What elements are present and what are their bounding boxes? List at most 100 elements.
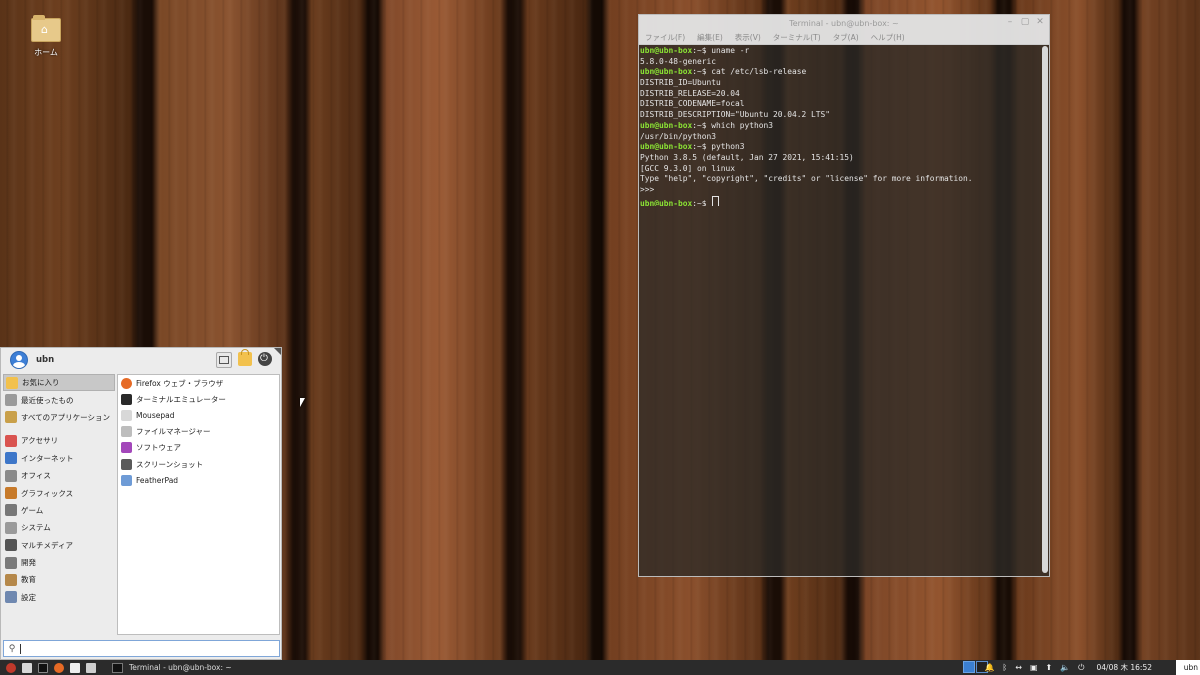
network-icon[interactable]: ↔ (1015, 660, 1022, 675)
terminal-window[interactable]: Terminal - ubn@ubn-box: ~ – ▢ ✕ ファイル(F) 編… (638, 14, 1050, 577)
terminal-cursor (712, 195, 720, 207)
terminal-line: Python 3.8.5 (default, Jan 27 2021, 15:4… (640, 153, 1041, 164)
terminal-line-text: [GCC 9.3.0] on linux (640, 163, 736, 173)
category-item[interactable]: 教育 (3, 571, 115, 588)
workspace-1[interactable] (963, 661, 975, 673)
firefox-launcher-icon[interactable] (54, 662, 64, 673)
app-label: スクリーンショット (136, 459, 204, 469)
close-icon[interactable]: ✕ (1035, 17, 1045, 27)
user-switch-button[interactable]: ubn (1176, 660, 1200, 675)
terminal-launcher-icon[interactable] (38, 662, 48, 673)
terminal-line-text: DISTRIB_DESCRIPTION="Ubuntu 20.04.2 LTS" (640, 110, 831, 120)
terminal-line: [GCC 9.3.0] on linux (640, 164, 1041, 175)
avatar[interactable] (10, 351, 28, 369)
taskbar-terminal-label: Terminal - ubn@ubn-box: ~ (129, 663, 232, 672)
file-manager-launcher-icon[interactable] (86, 662, 96, 673)
show-desktop-icon[interactable] (22, 662, 32, 673)
app-item[interactable]: ターミナルエミュレーター (118, 391, 279, 407)
notification-bell-icon[interactable]: 🔔 (984, 660, 994, 675)
terminal-menu-item[interactable]: ターミナル(T) (773, 32, 821, 43)
app-label: ソフトウェア (136, 443, 181, 453)
terminal-output[interactable]: ubn@ubn-box:~$ uname -r 5.8.0-48-generic u… (640, 45, 1041, 574)
category-label: お気に入り (22, 378, 60, 388)
category-item[interactable]: システム (3, 519, 115, 536)
terminal-prompt-user: ubn@ubn-box (640, 67, 693, 77)
terminal-line-text: 5.8.0-48-generic (640, 56, 717, 66)
terminal-prompt-user: ubn@ubn-box (640, 120, 693, 130)
mousepad-icon (121, 409, 132, 421)
terminal-line: /usr/bin/python3 (640, 132, 1041, 143)
terminal-scrollbar[interactable] (1042, 46, 1048, 573)
settings-manager-button[interactable] (216, 352, 232, 368)
app-item[interactable]: スクリーンショット (118, 456, 279, 472)
app-label: ターミナルエミュレーター (136, 394, 226, 404)
terminal-menu-item[interactable]: ヘルプ(H) (871, 32, 905, 43)
minimize-icon[interactable]: – (1005, 17, 1015, 27)
app-item[interactable]: ソフトウェア (118, 440, 279, 456)
maximize-icon[interactable]: ▢ (1020, 17, 1030, 27)
lock-screen-button[interactable] (238, 349, 252, 366)
terminal-title: Terminal - ubn@ubn-box: ~ (789, 18, 899, 28)
terminal-line: ubn@ubn-box:~$ uname -r (640, 46, 1041, 57)
app-item[interactable]: ファイルマネージャー (118, 424, 279, 440)
category-item[interactable]: ゲーム (3, 502, 115, 519)
system-tray: 🔔 ᛒ ↔ ▣ ⬆ 🔈 ⏻ 04/08 木 16:52 (984, 660, 1152, 675)
log-out-button[interactable] (258, 352, 272, 366)
category-label: システム (21, 523, 51, 533)
terminal-menu-item[interactable]: ファイル(F) (645, 32, 685, 43)
terminal-line: DISTRIB_ID=Ubuntu (640, 78, 1041, 89)
clock-icon (5, 394, 17, 407)
search-input[interactable]: ⚲ (3, 640, 280, 657)
terminal-line: >>> (640, 185, 1041, 196)
category-item[interactable]: 設定 (3, 589, 115, 606)
terminal-icon (121, 393, 132, 405)
category-item[interactable]: アクセサリ (3, 432, 115, 449)
clipboard-icon[interactable]: ▣ (1030, 660, 1038, 675)
category-label: アクセサリ (21, 436, 59, 446)
app-item[interactable]: Firefox ウェブ・ブラウザ (118, 375, 279, 391)
app-label: FeatherPad (136, 475, 179, 485)
taskbar-terminal-button[interactable]: Terminal - ubn@ubn-box: ~ (106, 660, 238, 675)
text-caret (20, 643, 21, 654)
home-icon: ⌂ (41, 23, 48, 36)
update-icon[interactable]: ⬆ (1046, 660, 1053, 675)
category-item[interactable]: グラフィックス (3, 484, 115, 501)
terminal-line: DISTRIB_DESCRIPTION="Ubuntu 20.04.2 LTS" (640, 110, 1041, 121)
category-item[interactable]: 開発 (3, 554, 115, 571)
desktop-home-label: ホーム (34, 48, 58, 57)
terminal-line: DISTRIB_CODENAME=focal (640, 99, 1041, 110)
category-item[interactable]: 最近使ったもの (3, 391, 115, 408)
terminal-line: 5.8.0-48-generic (640, 57, 1041, 68)
bluetooth-icon[interactable]: ᛒ (1002, 660, 1007, 675)
volume-icon[interactable]: 🔈 (1060, 660, 1070, 675)
text-editor-launcher-icon[interactable] (70, 662, 80, 673)
favorites-list: Firefox ウェブ・ブラウザターミナルエミュレーター Mousepad ファイル… (117, 374, 280, 635)
category-label: インターネット (21, 453, 74, 463)
terminal-line: ubn@ubn-box:~$ (640, 195, 1041, 207)
category-item[interactable]: オフィス (3, 467, 115, 484)
terminal-menu-item[interactable]: 編集(E) (697, 32, 723, 43)
terminal-titlebar[interactable]: Terminal - ubn@ubn-box: ~ – ▢ ✕ (639, 15, 1049, 31)
terminal-line-text: Python 3.8.5 (default, Jan 27 2021, 15:4… (640, 152, 854, 162)
whisker-menu-icon[interactable] (6, 662, 16, 673)
category-label: オフィス (21, 471, 51, 481)
globe-icon (5, 452, 17, 465)
clock[interactable]: 04/08 木 16:52 (1097, 662, 1153, 673)
terminal-prompt-path: :~$ (692, 120, 707, 130)
office-icon (5, 469, 17, 482)
desktop-home-icon[interactable]: ⌂ ホーム (24, 15, 68, 58)
terminal-menu-item[interactable]: 表示(V) (735, 32, 761, 43)
terminal-menu-item[interactable]: タブ(A) (833, 32, 859, 43)
terminal-line: ubn@ubn-box:~$ python3 (640, 142, 1041, 153)
category-item[interactable]: インターネット (3, 450, 115, 467)
education-icon (5, 573, 17, 586)
terminal-prompt-path: :~$ (692, 67, 707, 77)
app-item[interactable]: FeatherPad (118, 472, 279, 488)
category-item[interactable]: お気に入り (3, 374, 115, 392)
power-icon[interactable]: ⏻ (1078, 660, 1084, 675)
category-item[interactable]: すべてのアプリケーション (3, 409, 115, 426)
category-label: 開発 (21, 558, 36, 568)
app-item[interactable]: Mousepad (118, 407, 279, 423)
category-item[interactable]: マルチメディア (3, 537, 115, 554)
category-label: 設定 (21, 592, 36, 602)
